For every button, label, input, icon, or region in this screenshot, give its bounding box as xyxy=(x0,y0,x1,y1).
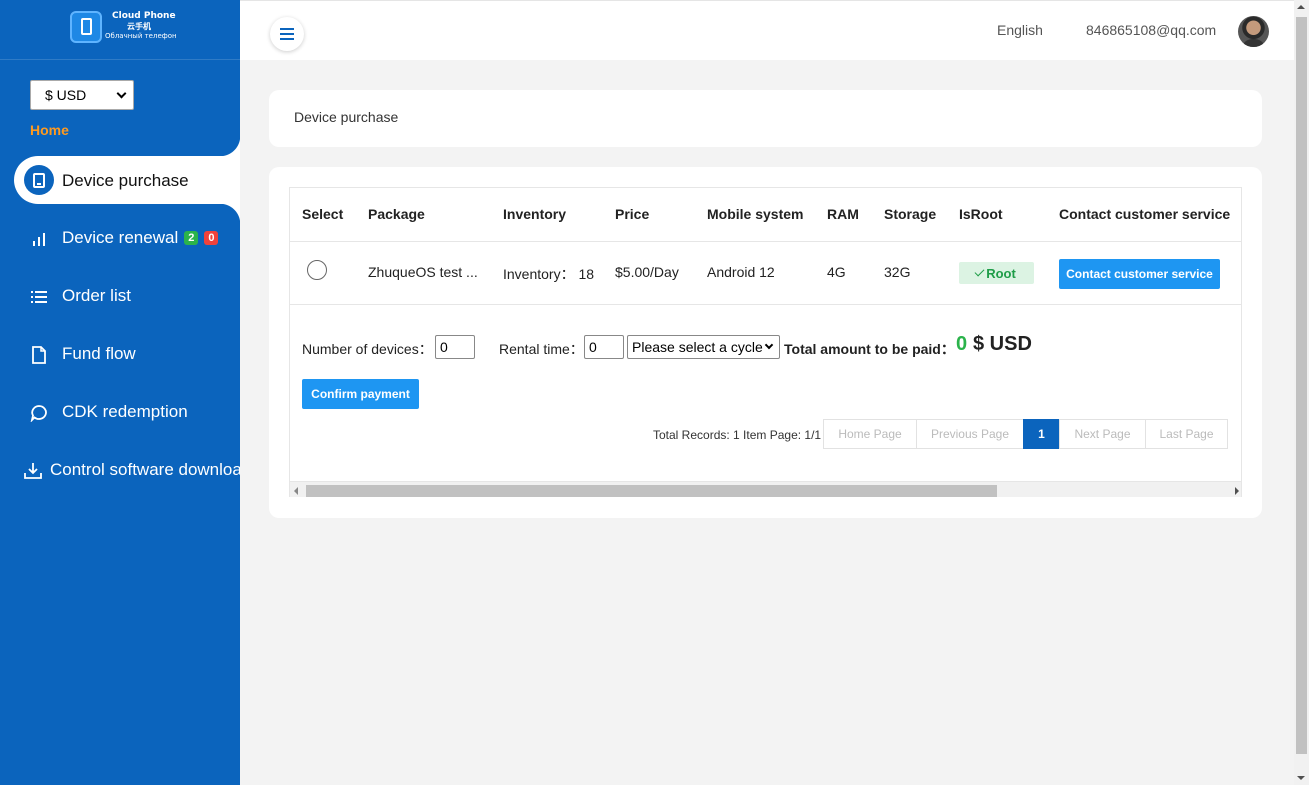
total-amount-value: 0 xyxy=(956,333,968,355)
mobile-system-cell: Android 12 xyxy=(707,264,775,280)
bar-chart-icon xyxy=(33,233,45,246)
horizontal-scrollbar[interactable] xyxy=(290,481,1241,497)
currency-value: $ USD xyxy=(45,87,87,103)
scroll-right-icon[interactable] xyxy=(1235,487,1239,495)
column-header-select: Select xyxy=(302,206,344,222)
sidebar-item-label: Fund flow xyxy=(62,344,136,363)
price-cell: $5.00/Day xyxy=(615,264,679,280)
last-page-button[interactable]: Last Page xyxy=(1145,419,1228,449)
language-switch[interactable]: English xyxy=(997,22,1043,38)
column-header-storage: Storage xyxy=(884,206,937,222)
column-header-contact: Contact customer service xyxy=(1059,206,1231,222)
download-icon xyxy=(24,463,42,479)
cycle-select[interactable]: Please select a cycle xyxy=(627,335,780,359)
column-header-price: Price xyxy=(615,206,650,222)
scroll-down-icon[interactable] xyxy=(1297,776,1305,780)
sidebar-item-device-purchase[interactable]: Device purchase xyxy=(14,136,240,224)
cloud-phone-logo-icon xyxy=(70,11,102,43)
logo[interactable]: Cloud Phone 云手机 Облачный телефон xyxy=(0,0,240,60)
scrollbar-thumb[interactable] xyxy=(306,485,997,497)
page-title-card: Device purchase xyxy=(269,90,1262,147)
hamburger-icon xyxy=(280,28,294,40)
sidebar-item-label: CDK redemption xyxy=(62,402,188,421)
rental-time-label: Rental time： xyxy=(499,341,584,357)
column-header-mobile-system: Mobile system xyxy=(707,206,804,222)
scrollbar-thumb[interactable] xyxy=(1296,17,1307,754)
menu-toggle-button[interactable] xyxy=(270,17,304,51)
check-icon xyxy=(974,266,985,277)
rental-time-input[interactable]: 0 xyxy=(584,335,624,359)
page-number-button[interactable]: 1 xyxy=(1023,419,1060,449)
inventory-cell: Inventory： 18 xyxy=(503,266,595,282)
pagination: Home Page Previous Page 1 Next Page Last… xyxy=(823,419,1228,449)
column-header-package: Package xyxy=(368,206,425,222)
sidebar-item-label: Device renewal xyxy=(62,228,179,247)
devices-label: Number of devices： xyxy=(302,341,433,357)
scroll-up-icon[interactable] xyxy=(1297,5,1305,9)
sidebar-item-label: Order list xyxy=(62,286,131,305)
sidebar-item-control-software-download[interactable]: Control software download xyxy=(0,450,240,490)
sidebar-item-device-renewal[interactable]: Device renewal 2 0 xyxy=(0,218,240,258)
table-row: ZhuqueOS test ... Inventory： 18 $5.00/Da… xyxy=(290,242,1241,305)
list-icon xyxy=(31,291,47,303)
chat-bubble-icon xyxy=(30,405,47,422)
user-email[interactable]: 846865108@qq.com xyxy=(1086,22,1216,38)
purchase-card: Select Package Inventory Price Mobile sy… xyxy=(269,167,1262,518)
logo-cn: 云手机 xyxy=(127,22,151,31)
logo-subtitle: Облачный телефон xyxy=(105,32,177,40)
package-cell: ZhuqueOS test ... xyxy=(368,264,478,280)
column-header-inventory: Inventory xyxy=(503,206,567,222)
sidebar: Cloud Phone 云手机 Облачный телефон $ USD H… xyxy=(0,0,240,785)
page-title: Device purchase xyxy=(294,109,399,125)
document-icon xyxy=(32,346,46,364)
total-amount-label: Total amount to be paid： xyxy=(784,341,955,357)
chevron-down-icon xyxy=(764,340,774,350)
vertical-scrollbar[interactable] xyxy=(1294,0,1309,785)
table-header: Select Package Inventory Price Mobile sy… xyxy=(290,188,1241,242)
root-status-badge: Root xyxy=(959,262,1034,284)
top-header: English 846865108@qq.com xyxy=(240,0,1294,60)
scroll-left-icon[interactable] xyxy=(294,487,298,495)
confirm-payment-button[interactable]: Confirm payment xyxy=(302,379,419,409)
ram-cell: 4G xyxy=(827,264,846,280)
sidebar-item-label: Control software download xyxy=(50,460,240,479)
sidebar-item-fund-flow[interactable]: Fund flow xyxy=(0,334,240,374)
home-link[interactable]: Home xyxy=(30,122,69,138)
logo-title: Cloud Phone xyxy=(112,11,176,21)
sidebar-item-label: Device purchase xyxy=(62,171,189,190)
chevron-down-icon xyxy=(116,88,127,98)
order-form: Number of devices： 0 Rental time： 0 Plea… xyxy=(302,331,1232,361)
devices-input[interactable]: 0 xyxy=(435,335,475,359)
total-amount-currency: $ USD xyxy=(973,333,1032,355)
select-radio[interactable] xyxy=(307,260,327,280)
contact-customer-service-button[interactable]: Contact customer service xyxy=(1059,259,1220,289)
home-page-button[interactable]: Home Page xyxy=(823,419,917,449)
currency-select[interactable]: $ USD xyxy=(30,80,134,110)
purchase-table: Select Package Inventory Price Mobile sy… xyxy=(289,187,1242,497)
sidebar-item-cdk-redemption[interactable]: CDK redemption xyxy=(0,392,240,432)
tablet-icon xyxy=(24,165,54,195)
column-header-ram: RAM xyxy=(827,206,859,222)
storage-cell: 32G xyxy=(884,264,911,280)
renewal-count-badge: 2 xyxy=(184,231,199,245)
cycle-select-value: Please select a cycle xyxy=(632,339,763,355)
expired-count-badge: 0 xyxy=(204,231,219,245)
next-page-button[interactable]: Next Page xyxy=(1059,419,1146,449)
sidebar-item-order-list[interactable]: Order list xyxy=(0,276,240,316)
previous-page-button[interactable]: Previous Page xyxy=(916,419,1024,449)
avatar[interactable] xyxy=(1238,16,1269,47)
column-header-isroot: IsRoot xyxy=(959,206,1003,222)
pagination-info: Total Records: 1 Item Page: 1/1 xyxy=(653,428,822,442)
